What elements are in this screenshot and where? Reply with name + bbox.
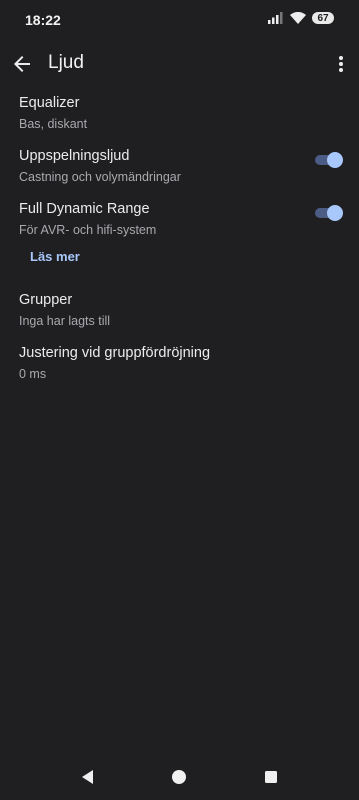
setting-subtitle: Bas, diskant [19, 117, 88, 131]
battery-icon: 67 [312, 12, 334, 24]
app-bar: Ljud [0, 40, 359, 88]
playback-sound-toggle[interactable] [315, 152, 343, 168]
setting-title: Equalizer [19, 95, 80, 111]
more-vert-icon[interactable] [337, 52, 345, 76]
setting-equalizer[interactable]: Equalizer Bas, diskant [19, 94, 343, 132]
status-bar: 18:22 67 [0, 0, 359, 40]
back-arrow-icon[interactable] [10, 52, 34, 76]
learn-more-link[interactable]: Läs mer [30, 249, 80, 264]
setting-group-delay[interactable]: Justering vid gruppfördröjning 0 ms [19, 344, 343, 382]
setting-groups[interactable]: Grupper Inga har lagts till [19, 291, 343, 329]
setting-subtitle: Inga har lagts till [19, 314, 111, 328]
setting-subtitle: 0 ms [19, 367, 47, 381]
wifi-icon [290, 12, 306, 24]
nav-recents-icon[interactable] [260, 766, 282, 788]
nav-back-icon[interactable] [77, 766, 99, 788]
setting-subtitle: För AVR- och hifi-system [19, 223, 157, 237]
status-time: 18:22 [25, 12, 61, 28]
page-title: Ljud [48, 52, 84, 73]
system-nav-bar [0, 758, 359, 800]
setting-subtitle: Castning och volymändringar [19, 170, 181, 184]
full-dynamic-range-toggle[interactable] [315, 205, 343, 221]
setting-title: Uppspelningsljud [19, 148, 130, 164]
setting-playback-sound[interactable]: Uppspelningsljud Castning och volymändri… [19, 147, 343, 185]
setting-title: Justering vid gruppfördröjning [19, 345, 211, 361]
setting-full-dynamic-range[interactable]: Full Dynamic Range För AVR- och hifi-sys… [19, 200, 343, 238]
status-icons: 67 [268, 12, 334, 24]
nav-home-icon[interactable] [168, 766, 190, 788]
setting-title: Grupper [19, 292, 73, 308]
signal-icon [268, 12, 283, 24]
setting-title: Full Dynamic Range [19, 201, 150, 217]
